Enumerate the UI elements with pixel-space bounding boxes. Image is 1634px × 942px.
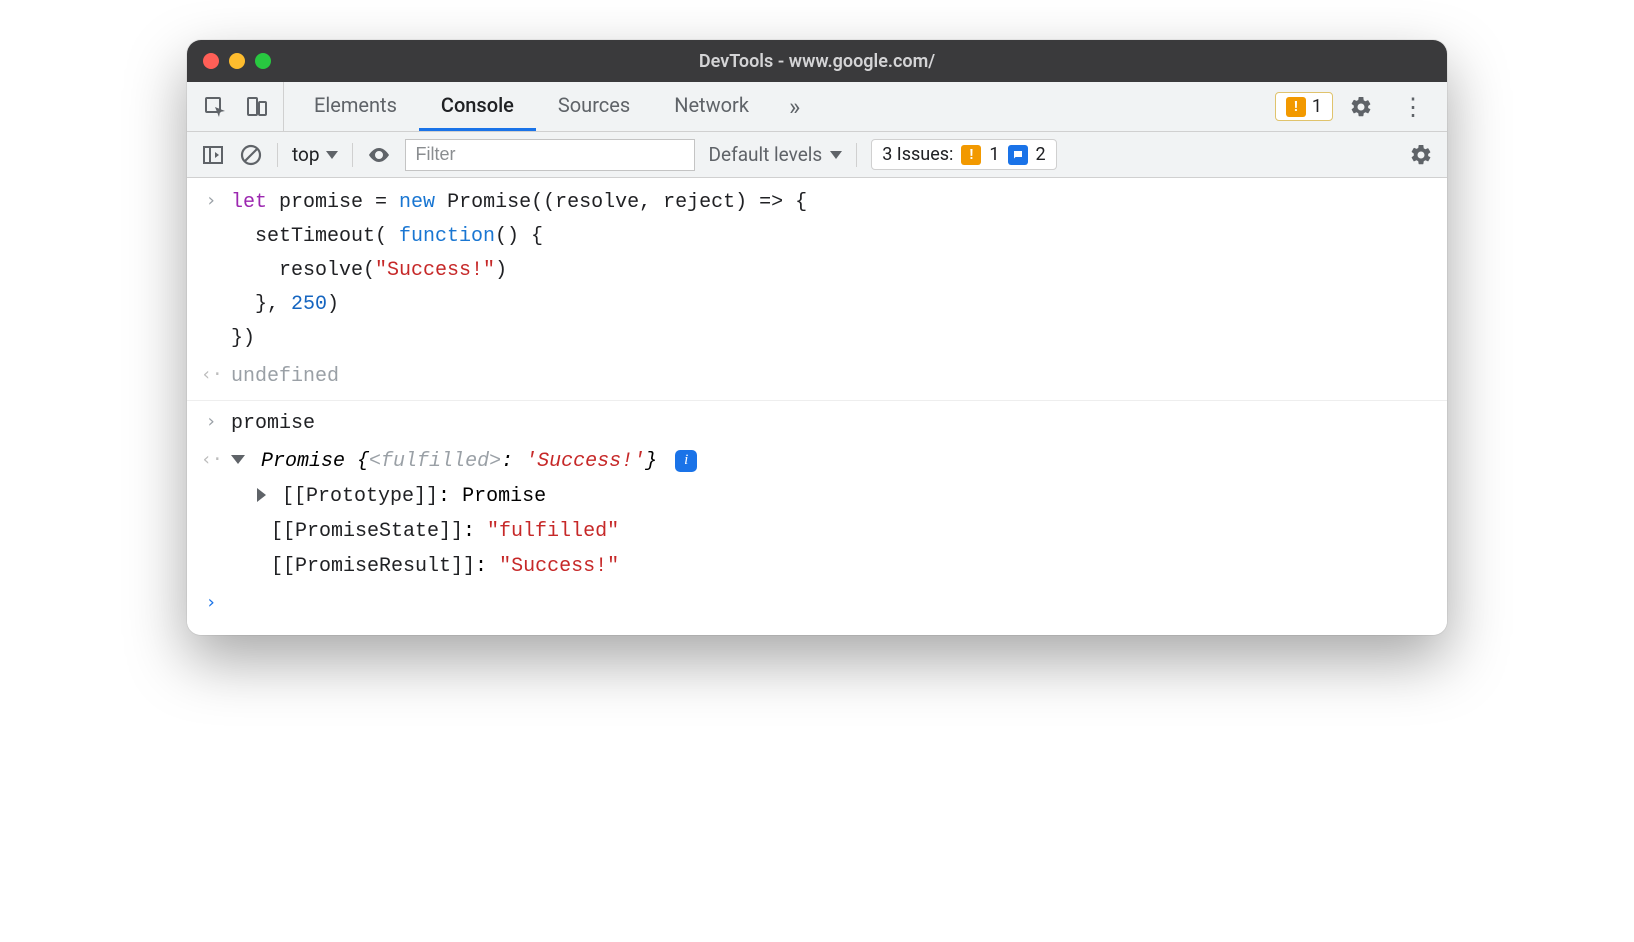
titlebar: DevTools - www.google.com/ (187, 40, 1447, 82)
warning-icon: ! (961, 145, 981, 165)
issues-warn-count: 1 (989, 144, 999, 165)
disclosure-triangle-icon[interactable] (231, 455, 245, 464)
issues-msg-count: 2 (1036, 144, 1046, 165)
device-toolbar-icon[interactable] (245, 95, 269, 119)
object-class: Promise (261, 450, 345, 473)
console-input-entry[interactable]: › promise (187, 405, 1447, 443)
object-properties: [[Prototype]]: Promise [[PromiseState]]:… (231, 479, 1433, 584)
object-property[interactable]: [[PromiseState]]: "fulfilled" (257, 514, 1433, 549)
toggle-sidebar-icon[interactable] (201, 143, 225, 167)
object-summary[interactable]: Promise {<fulfilled>: 'Success!'} i (231, 445, 1433, 479)
panel-tabstrip: Elements Console Sources Network » ! 1 ⋮ (187, 82, 1447, 132)
settings-icon[interactable] (1339, 95, 1383, 119)
disclosure-triangle-icon[interactable] (257, 488, 266, 502)
devtools-window: DevTools - www.google.com/ Elements Cons… (187, 40, 1447, 635)
live-expression-icon[interactable] (367, 143, 391, 167)
clear-console-icon[interactable] (239, 143, 263, 167)
console-result-entry: ‹· Promise {<fulfilled>: 'Success!'} i [… (187, 443, 1447, 586)
object-property[interactable]: [[Prototype]]: Promise (257, 479, 1433, 514)
warning-icon: ! (1286, 97, 1306, 117)
context-label: top (292, 143, 320, 166)
prop-value: "fulfilled" (487, 520, 619, 543)
prop-key: [[Prototype]] (282, 485, 438, 508)
dropdown-caret-icon (830, 151, 842, 159)
tab-sources[interactable]: Sources (536, 82, 652, 131)
more-tabs-button[interactable]: » (771, 82, 818, 131)
object-property[interactable]: [[PromiseResult]]: "Success!" (257, 549, 1433, 584)
window-controls (203, 53, 271, 69)
prop-key: [[PromiseState]] (271, 520, 463, 543)
console-output: › let promise = new Promise((resolve, re… (187, 178, 1447, 635)
input-prompt-icon: › (201, 588, 221, 619)
console-live-prompt[interactable]: › (187, 586, 1447, 621)
output-prompt-icon: ‹· (201, 445, 221, 476)
issues-button[interactable]: 3 Issues: ! 1 2 (871, 139, 1056, 170)
warning-count: 1 (1312, 96, 1322, 117)
window-title: DevTools - www.google.com/ (187, 51, 1447, 72)
log-levels-select[interactable]: Default levels (709, 143, 843, 166)
output-prompt-icon: ‹· (201, 360, 221, 391)
code-block: let promise = new Promise((resolve, reje… (231, 186, 1433, 356)
tab-elements[interactable]: Elements (292, 82, 419, 131)
console-toolbar: top Default levels 3 Issues: ! 1 2 (187, 132, 1447, 178)
result-value: undefined (231, 360, 1433, 394)
console-result-entry: ‹· undefined (187, 358, 1447, 401)
prop-value: Promise (462, 485, 546, 508)
dropdown-caret-icon (326, 151, 338, 159)
inspect-element-icon[interactable] (203, 95, 227, 119)
filter-input[interactable] (405, 139, 695, 171)
prop-value: "Success!" (499, 555, 619, 578)
promise-value-preview: 'Success!' (525, 450, 645, 473)
console-input-entry[interactable]: › let promise = new Promise((resolve, re… (187, 184, 1447, 358)
panel-tabs: Elements Console Sources Network » (292, 82, 818, 131)
tab-console[interactable]: Console (419, 82, 536, 131)
zoom-window-button[interactable] (255, 53, 271, 69)
message-icon (1008, 145, 1028, 165)
more-options-icon[interactable]: ⋮ (1389, 93, 1437, 121)
close-window-button[interactable] (203, 53, 219, 69)
prop-key: [[PromiseResult]] (271, 555, 475, 578)
info-icon[interactable]: i (675, 450, 697, 472)
promise-state-tag: <fulfilled> (369, 450, 501, 473)
console-settings-icon[interactable] (1409, 143, 1433, 167)
open-issues-badge[interactable]: ! 1 (1275, 92, 1333, 121)
execution-context-select[interactable]: top (292, 143, 338, 166)
tab-network[interactable]: Network (652, 82, 771, 131)
input-prompt-icon: › (201, 407, 221, 438)
code-block: promise (231, 407, 1433, 441)
minimize-window-button[interactable] (229, 53, 245, 69)
input-prompt-icon: › (201, 186, 221, 217)
issues-label: 3 Issues: (882, 144, 953, 165)
levels-label: Default levels (709, 143, 823, 166)
